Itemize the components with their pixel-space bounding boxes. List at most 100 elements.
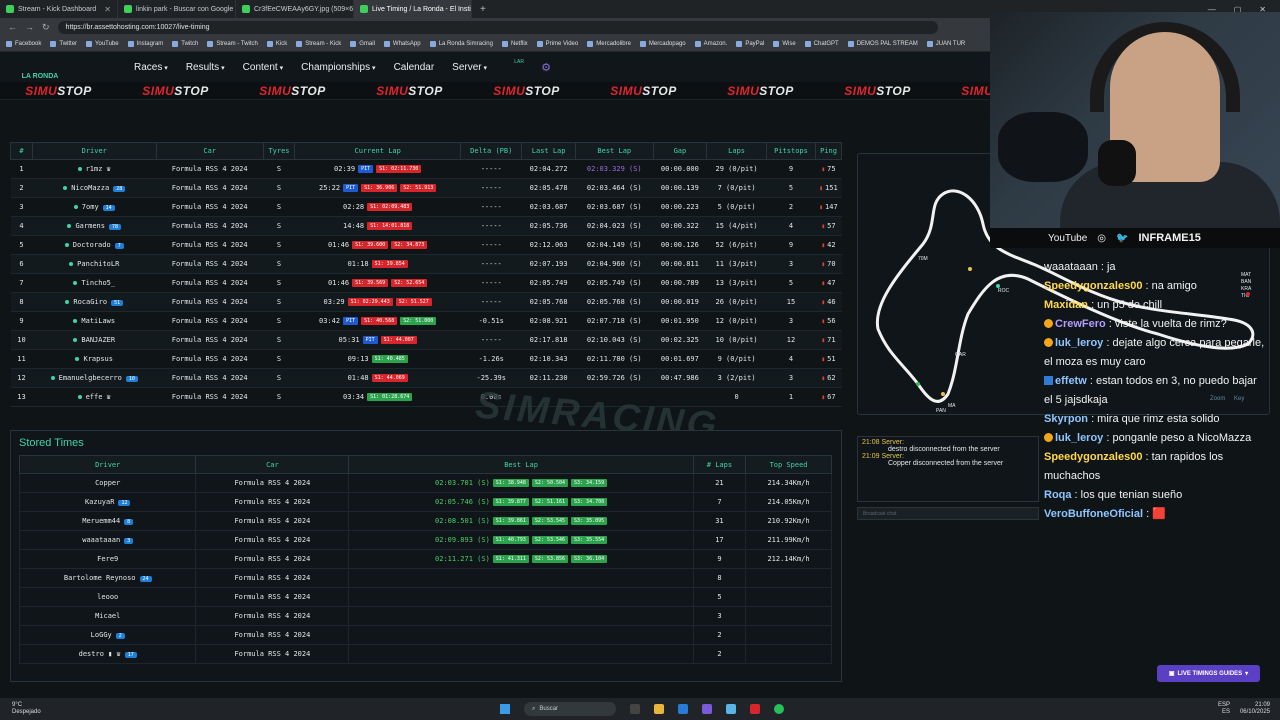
file-explorer-icon[interactable] [654, 704, 664, 714]
nav-championships[interactable]: Championships [301, 62, 375, 73]
bookmark-item[interactable]: Stream - Twitch [207, 40, 258, 47]
driver-name[interactable]: Meruemm44 [82, 517, 120, 525]
clock[interactable]: 21:09 06/10/2025 [1240, 702, 1270, 716]
table-row[interactable]: Micael Formula RSS 4 2024 3 [18, 606, 832, 626]
task-view-icon[interactable] [630, 704, 640, 714]
bookmark-item[interactable]: Stream - Kick [296, 40, 341, 47]
bookmark-item[interactable]: Instagram [127, 40, 163, 47]
driver-name[interactable]: Doctorado [73, 241, 111, 249]
table-row[interactable]: leooo Formula RSS 4 2024 5 [18, 587, 832, 607]
driver-name[interactable]: effe ♛ [86, 393, 111, 401]
column-header[interactable]: # [10, 142, 33, 160]
driver-name[interactable]: KazuyaR [85, 498, 115, 506]
table-row[interactable]: 4 Garmens 78 Formula RSS 4 2024 S 14:48 S1: 14… [10, 216, 842, 236]
column-header[interactable]: Pitstops [765, 142, 817, 160]
bookmark-item[interactable]: ChatGPT [804, 40, 839, 47]
settings-gear-icon[interactable]: ⚙ [541, 61, 551, 74]
nav-content[interactable]: Content [243, 62, 284, 73]
column-header[interactable]: Delta (PB) [460, 142, 523, 160]
nav-races[interactable]: Races [134, 62, 168, 73]
bookmark-item[interactable]: DEMOS PAL STREAM [847, 40, 918, 47]
new-tab-button[interactable]: + [472, 4, 494, 15]
table-row[interactable]: destro ▮ ♛ 17 Formula RSS 4 2024 2 [18, 644, 832, 664]
url-field[interactable]: https://br.assettohosting.com:10027/live… [57, 20, 938, 34]
obs-icon[interactable] [750, 704, 760, 714]
back-icon[interactable]: ← [8, 22, 17, 32]
table-row[interactable]: 3 7omy 14 Formula RSS 4 2024 S 02:28 S1: 02:09… [10, 197, 842, 217]
table-row[interactable]: 8 RocaGiro 51 Formula RSS 4 2024 S 03:29 S1: 0… [10, 292, 842, 312]
driver-name[interactable]: r1mz ♛ [86, 165, 111, 173]
driver-name[interactable]: Emanuelgbecerro [59, 374, 122, 382]
nav-calendar[interactable]: Calendar [394, 62, 435, 73]
column-header[interactable]: Best Lap [574, 142, 654, 160]
column-header[interactable]: Ping [815, 142, 842, 160]
table-row[interactable]: 9 MatiLaws Formula RSS 4 2024 S 03:42 PIT S1: … [10, 311, 842, 331]
driver-name[interactable]: Copper [95, 479, 120, 487]
bookmark-item[interactable]: Wise [773, 40, 796, 47]
table-row[interactable]: 6 PanchitoLR Formula RSS 4 2024 S 01:18 S1: 3… [10, 254, 842, 274]
table-row[interactable]: Bartolome Reynoso 24 Formula RSS 4 2024 8 [18, 568, 832, 588]
driver-name[interactable]: destro ▮ ♛ [79, 650, 121, 658]
bookmark-item[interactable]: Facebook [6, 40, 41, 47]
tab-close-icon[interactable]: ✕ [104, 5, 111, 14]
spotify-icon[interactable] [774, 704, 784, 714]
bookmark-item[interactable]: Kick [266, 40, 287, 47]
driver-name[interactable]: waaataaan [82, 536, 120, 544]
column-header[interactable]: Car [155, 142, 264, 160]
column-header[interactable]: Tyres [262, 142, 296, 160]
bookmark-item[interactable]: Netflix [501, 40, 528, 47]
column-header[interactable]: Best Lap [348, 455, 694, 474]
windows-start-icon[interactable] [500, 704, 510, 714]
column-header[interactable]: # Laps [692, 455, 747, 474]
edge-icon[interactable] [678, 704, 688, 714]
bookmark-item[interactable]: Gmail [350, 40, 375, 47]
table-row[interactable]: 5 Doctorado 7 Formula RSS 4 2024 S 01:46 S1: 3… [10, 235, 842, 255]
table-row[interactable]: Meruemm44 8 Formula RSS 4 2024 02:08.501 (S… [18, 511, 832, 531]
column-header[interactable]: Car [195, 455, 350, 474]
taskbar-search[interactable]: ⌕ Buscar [524, 702, 616, 716]
bookmark-item[interactable]: Amazon. [694, 40, 727, 47]
driver-name[interactable]: LoGGy [91, 631, 112, 639]
browser-tab[interactable]: Stream - Kick Dashboard ✕ [0, 0, 118, 18]
steam-icon[interactable] [726, 704, 736, 714]
column-header[interactable]: Gap [652, 142, 708, 160]
column-header[interactable]: Laps [706, 142, 767, 160]
table-row[interactable]: 13 effe ♛ Formula RSS 4 2024 S 03:34 S1: 01:2… [10, 387, 842, 407]
driver-name[interactable]: Krapsus [83, 355, 113, 363]
bookmark-item[interactable]: La Ronda Simracing [429, 40, 493, 47]
bookmark-item[interactable]: WhatsApp [383, 40, 421, 47]
browser-tab[interactable]: Cr3fEeCWEAAy6GY.jpg (509×600)✕ [236, 0, 354, 18]
bookmark-item[interactable]: JUAN TUR [926, 40, 965, 47]
driver-name[interactable]: NicoMazza [71, 184, 109, 192]
broadcast-chat-input[interactable]: Broadcast chat [857, 507, 1039, 520]
driver-name[interactable]: MatiLaws [81, 317, 115, 325]
table-row[interactable]: LoGGy 2 Formula RSS 4 2024 2 [18, 625, 832, 645]
driver-name[interactable]: BANJAZER [81, 336, 115, 344]
driver-name[interactable]: Micael [95, 612, 120, 620]
table-row[interactable]: 2 NicoMazza 28 Formula RSS 4 2024 S 25:22 PIT S… [10, 178, 842, 198]
driver-name[interactable]: Bartolome Reynoso [64, 574, 136, 582]
browser-tab[interactable]: Live Timing / La Ronda - El Instit✕ [354, 0, 472, 18]
bookmark-item[interactable]: PayPal [736, 40, 764, 47]
bookmark-item[interactable]: Prime Video [536, 40, 578, 47]
bookmark-item[interactable]: Twitch [172, 40, 198, 47]
weather-widget[interactable]: 9°C Despejado [12, 702, 41, 716]
nav-results[interactable]: Results [186, 62, 225, 73]
driver-name[interactable]: PanchitoLR [77, 260, 119, 268]
browser-tab[interactable]: linkin park - Buscar con Google✕ [118, 0, 236, 18]
column-header[interactable]: Driver [32, 142, 157, 160]
live-timings-guides-button[interactable]: ▣ LIVE TIMINGS GUIDES ▾ [1157, 665, 1260, 682]
table-row[interactable]: 1 r1mz ♛ Formula RSS 4 2024 S 02:39 PIT S1: 02… [10, 159, 842, 179]
reload-icon[interactable]: ↻ [42, 22, 50, 33]
la-ronda-logo[interactable]: LA RONDA [18, 54, 62, 80]
driver-name[interactable]: 7omy [82, 203, 99, 211]
table-row[interactable]: 12 Emanuelgbecerro 10 Formula RSS 4 2024 S 01… [10, 368, 842, 388]
bookmark-item[interactable]: Mercadopago [639, 40, 686, 47]
table-row[interactable]: 11 Krapsus Formula RSS 4 2024 S 09:13 S1: 40.… [10, 349, 842, 369]
discord-icon[interactable] [702, 704, 712, 714]
language-indicator[interactable]: ESP ES [1218, 702, 1230, 716]
driver-name[interactable]: Tincho5_ [81, 279, 115, 287]
column-header[interactable]: Driver [18, 455, 197, 474]
table-row[interactable]: waaataaan 3 Formula RSS 4 2024 02:09.893 (S… [18, 530, 832, 550]
driver-name[interactable]: RocaGiro [73, 298, 107, 306]
